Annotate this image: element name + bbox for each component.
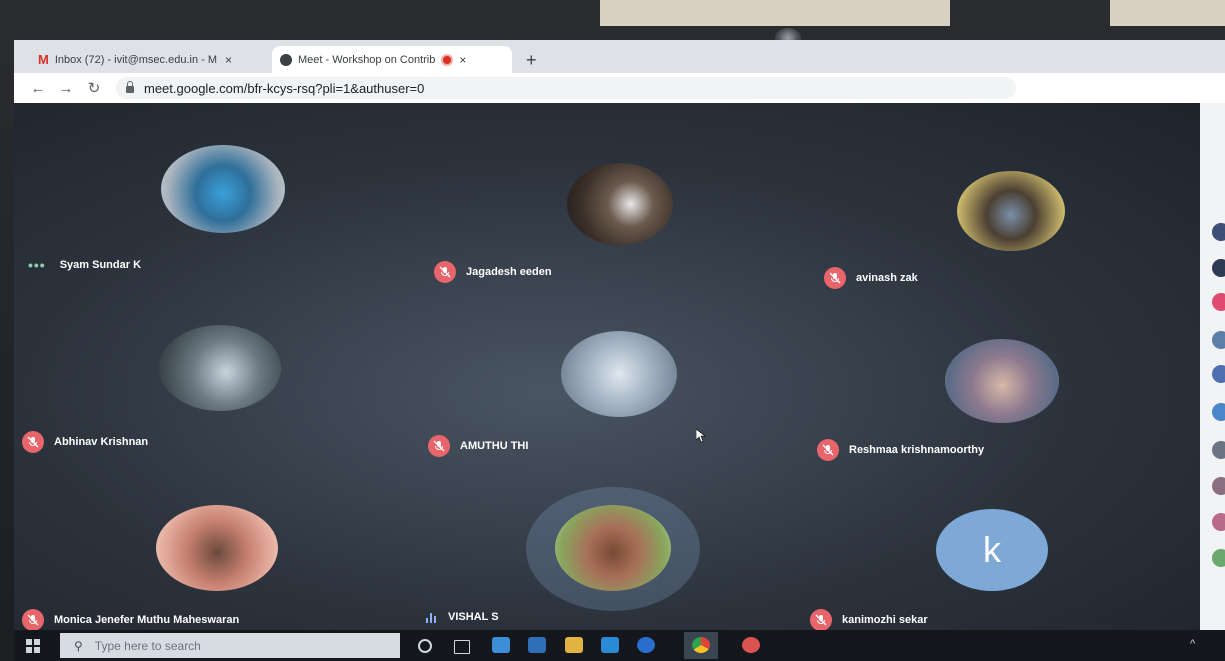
participant-name-row: VISHAL S <box>426 611 499 623</box>
search-icon: ⚲ <box>74 638 83 653</box>
address-toolbar: ← → ↻ meet.google.com/bfr-kcys-rsq?pli=1… <box>14 73 1225 103</box>
tab-label: Inbox (72) - ivit@msec.edu.in - M <box>54 53 218 66</box>
powerpoint-icon[interactable] <box>742 637 760 653</box>
avatar <box>1212 477 1225 495</box>
mic-muted-icon <box>810 609 832 631</box>
cortana-icon[interactable] <box>418 639 432 653</box>
tab-gmail[interactable]: M Inbox (72) - ivit@msec.edu.in - M × <box>30 46 270 73</box>
mic-muted-icon <box>22 609 44 631</box>
mail-icon[interactable] <box>492 637 510 653</box>
avatar <box>1212 293 1225 311</box>
participant-name-row: kanimozhi sekar <box>810 609 928 631</box>
side-panel <box>1200 103 1225 630</box>
avatar <box>1212 365 1225 383</box>
avatar <box>555 505 671 591</box>
close-tab-icon[interactable]: × <box>459 53 466 67</box>
avatar <box>1212 403 1225 421</box>
task-view-icon[interactable] <box>454 640 470 654</box>
avatar-initial: k <box>936 509 1048 591</box>
participant-name: Syam Sundar K <box>59 259 142 271</box>
avatar <box>957 171 1065 251</box>
reload-icon[interactable]: ↻ <box>80 79 108 97</box>
tab-meet[interactable]: Meet - Workshop on Contrib × <box>272 46 512 73</box>
participant-name: Monica Jenefer Muthu Maheswaran <box>54 614 240 626</box>
avatar <box>1212 223 1225 241</box>
mic-muted-icon <box>817 439 839 461</box>
participant-name: avinash zak <box>856 272 918 284</box>
participant-name: Abhinav Krishnan <box>54 436 149 448</box>
avatar <box>159 325 281 411</box>
avatar <box>1212 513 1225 531</box>
mic-muted-icon <box>824 267 846 289</box>
participant-name-row: Abhinav Krishnan <box>22 431 148 453</box>
speaking-dots-icon: ••• <box>28 257 46 273</box>
chrome-icon[interactable] <box>692 637 710 653</box>
store-icon[interactable] <box>528 637 546 653</box>
taskbar: ⚲ Type here to search ^ <box>14 630 1225 661</box>
participant-name: VISHAL S <box>448 611 499 623</box>
gmail-icon: M <box>38 52 49 67</box>
participant-name: Reshmaa krishnamoorthy <box>849 444 985 456</box>
search-placeholder: Type here to search <box>94 638 201 653</box>
avatar <box>945 339 1059 423</box>
forward-icon[interactable]: → <box>52 80 80 97</box>
background-paper <box>600 0 950 26</box>
avatar <box>561 331 677 417</box>
avatar <box>1212 549 1225 567</box>
meet-grid: ••• Syam Sundar K Jagadesh eeden avinash… <box>14 103 1200 631</box>
lock-icon <box>126 80 134 93</box>
tab-bar: M Inbox (72) - ivit@msec.edu.in - M × Me… <box>14 40 1225 73</box>
edge-icon[interactable] <box>601 637 619 653</box>
back-icon[interactable]: ← <box>24 80 52 97</box>
close-tab-icon[interactable]: × <box>225 53 232 67</box>
participant-name-row: Jagadesh eeden <box>434 261 552 283</box>
file-explorer-icon[interactable] <box>565 637 583 653</box>
avatar <box>161 145 285 233</box>
browser-icon[interactable] <box>637 637 655 653</box>
participant-name-row: AMUTHU THI <box>428 435 528 457</box>
participant-name-row: ••• Syam Sundar K <box>28 257 141 273</box>
avatar <box>567 163 673 245</box>
participant-name-row: avinash zak <box>824 267 918 289</box>
background-paper <box>1110 0 1225 26</box>
mouse-cursor-icon <box>696 429 706 443</box>
address-bar[interactable]: meet.google.com/bfr-kcys-rsq?pli=1&authu… <box>116 77 1016 99</box>
taskbar-search[interactable]: ⚲ Type here to search <box>60 633 400 658</box>
meet-icon <box>280 53 292 66</box>
mic-muted-icon <box>434 261 456 283</box>
participant-name: Jagadesh eeden <box>466 266 552 278</box>
screen: M Inbox (72) - ivit@msec.edu.in - M × Me… <box>14 40 1225 661</box>
audio-level-icon <box>426 612 436 623</box>
url-text: meet.google.com/bfr-kcys-rsq?pli=1&authu… <box>144 80 425 96</box>
tab-label: Meet - Workshop on Contrib <box>298 53 436 66</box>
mic-muted-icon <box>22 431 44 453</box>
participant-name: kanimozhi sekar <box>842 614 928 626</box>
participant-name-row: Monica Jenefer Muthu Maheswaran <box>22 609 239 631</box>
chevron-up-icon[interactable]: ^ <box>1190 638 1195 650</box>
windows-start-icon[interactable] <box>26 639 40 653</box>
participant-name: AMUTHU THI <box>460 440 529 452</box>
avatar <box>1212 331 1225 349</box>
mic-muted-icon <box>428 435 450 457</box>
avatar <box>1212 441 1225 459</box>
new-tab-button[interactable]: + <box>526 50 537 71</box>
participant-name-row: Reshmaa krishnamoorthy <box>817 439 984 461</box>
recording-icon <box>443 55 452 64</box>
avatar <box>1212 259 1225 277</box>
avatar <box>156 505 278 591</box>
